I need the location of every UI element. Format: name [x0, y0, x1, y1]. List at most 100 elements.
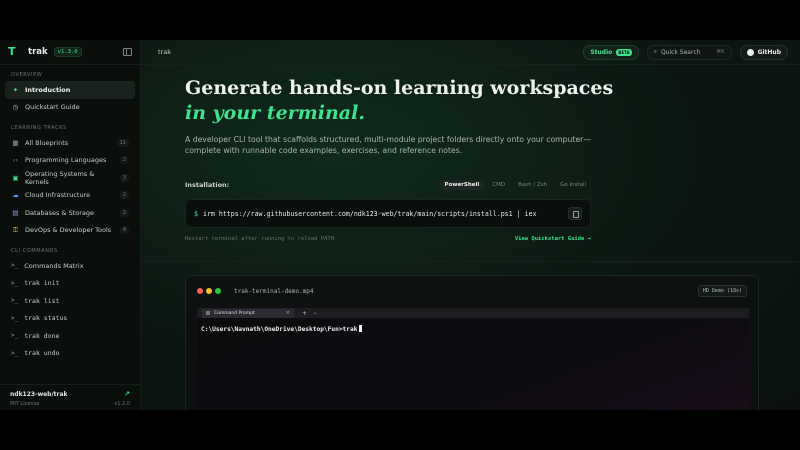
sidebar-toggle-icon[interactable]: [123, 48, 132, 56]
sidebar-item[interactable]: >_ Commands Matrix: [5, 257, 135, 275]
studio-button[interactable]: Studio BETA: [583, 44, 639, 60]
beta-badge: BETA: [616, 48, 632, 56]
key-icon: ⚿: [13, 225, 18, 234]
sidebar-nav: OVERVIEW ✦ Introduction ◷ Quickstart Guide LE…: [0, 65, 140, 362]
install-hint: Restart terminal after running to reload…: [185, 236, 335, 242]
sidebar-item[interactable]: >_ trak init: [5, 275, 135, 293]
brand-name: trak: [28, 47, 48, 57]
sidebar-item[interactable]: >_ trak undo: [5, 345, 135, 363]
section-divider: [141, 261, 800, 262]
terminal-tabbar: Command Prompt × + ⌄: [197, 308, 749, 318]
sidebar-item-label: trak done: [24, 331, 60, 340]
sidebar-section-title: OVERVIEW: [11, 72, 43, 78]
title-accent: in your terminal.: [185, 102, 365, 124]
install-tab[interactable]: CMD: [487, 180, 510, 190]
close-dot-icon: [197, 288, 203, 294]
tab-close-icon: ×: [285, 310, 290, 316]
sidebar-item[interactable]: ‹› Programming Languages 2: [5, 152, 135, 170]
title-main: Generate hands-on learning workspaces: [185, 77, 614, 99]
version-badge: v1.3.0: [53, 47, 82, 57]
item-count-badge: 2: [119, 208, 129, 217]
sidebar-item-label: trak undo: [24, 349, 60, 358]
install-tab[interactable]: Bash / Zsh: [513, 180, 552, 190]
quick-search-button[interactable]: ⌕ Quick Search ⌘K: [646, 44, 732, 60]
studio-label: Studio: [590, 48, 613, 56]
database-icon: ▤: [12, 208, 19, 217]
sidebar-item[interactable]: ⚿ DevOps & Developer Tools 4: [5, 222, 135, 240]
github-button[interactable]: GitHub: [739, 44, 788, 60]
sidebar-item-label: Commands Matrix: [24, 261, 84, 270]
github-label: GitHub: [757, 48, 781, 56]
terminal-preview: Command Prompt × + ⌄ C:\Users\Navnath\On…: [197, 308, 749, 410]
install-command-box: $ irm https://raw.githubusercontent.com/n…: [185, 199, 591, 228]
sidebar-item-label: Quickstart Guide: [25, 103, 80, 112]
install-command[interactable]: $ irm https://raw.githubusercontent.com/n…: [194, 210, 536, 218]
prompt-symbol: $: [194, 209, 198, 218]
search-icon: ⌕: [653, 48, 657, 55]
sidebar-item[interactable]: >_ trak status: [5, 310, 135, 328]
sidebar-item[interactable]: ✦ Introduction: [5, 81, 135, 99]
quickstart-link[interactable]: View Quickstart Guide →: [515, 236, 591, 242]
chip-icon: ▣: [12, 173, 19, 182]
code-icon: ‹›: [12, 156, 19, 165]
sidebar-item-label: All Blueprints: [25, 138, 69, 147]
topbar: trak Studio BETA ⌕ Quick Search ⌘K GitHu…: [141, 40, 800, 65]
sidebar-section-title: LEARNING TRACKS: [11, 125, 67, 131]
command-text: irm https://raw.githubusercontent.com/nd…: [202, 209, 537, 218]
sidebar-item[interactable]: ▦ All Blueprints 11: [5, 134, 135, 152]
sidebar-item[interactable]: >_ trak done: [5, 327, 135, 345]
sidebar-item-label: Programming Languages: [25, 156, 107, 165]
cmd-icon: [206, 311, 210, 315]
chevron-down-icon: ⌄: [313, 310, 318, 316]
terminal-prompt-icon: >_: [11, 262, 19, 270]
item-count-badge: 3: [119, 173, 129, 182]
video-badge: HD Demo (18s): [697, 285, 747, 297]
copy-icon[interactable]: [568, 207, 582, 220]
cloud-icon: ☁: [12, 191, 19, 200]
timer-icon: ◷: [12, 103, 19, 112]
sidebar-item[interactable]: ▣ Operating Systems & Kernels 3: [5, 169, 135, 187]
video-title: trak-terminal-demo.mp4: [234, 287, 314, 295]
sidebar-item-label: Introduction: [25, 85, 71, 94]
demo-video-card[interactable]: trak-terminal-demo.mp4 HD Demo (18s) Com…: [185, 275, 759, 410]
hero: Generate hands-on learning workspaces in…: [185, 76, 615, 156]
terminal-prompt-icon: >_: [11, 314, 19, 322]
page-title: Generate hands-on learning workspaces in…: [185, 76, 615, 126]
terminal-tab-label: Command Prompt: [214, 310, 255, 316]
sidebar-item[interactable]: >_ trak list: [5, 292, 135, 310]
item-count-badge: 11: [116, 138, 129, 147]
terminal-prompt-icon: >_: [11, 279, 19, 287]
install-tab[interactable]: PowerShell: [439, 180, 485, 190]
trak-logo-icon: T: [8, 45, 16, 58]
maximize-dot-icon: [215, 288, 221, 294]
sidebar-item-label: trak init: [24, 279, 60, 288]
sidebar-footer: ndk123-web/trak ↗ MIT License v1.2.0: [0, 384, 140, 410]
sidebar-item[interactable]: ◷ Quickstart Guide: [5, 99, 135, 117]
main-content: trak Studio BETA ⌕ Quick Search ⌘K GitHu…: [141, 40, 800, 410]
terminal-line: C:\Users\Navnath\OneDrive\Desktop\Fun>tr…: [197, 318, 749, 340]
sidebar-item[interactable]: ☁ Cloud Infrastructure 2: [5, 187, 135, 205]
sidebar-item-label: trak list: [24, 296, 60, 305]
sidebar-item[interactable]: ▤ Databases & Storage 2: [5, 204, 135, 222]
sidebar-item-label: Operating Systems & Kernels: [24, 169, 95, 186]
cursor: [359, 325, 363, 332]
terminal-tab: Command Prompt ×: [202, 308, 294, 318]
license-row: MIT License v1.2.0: [10, 401, 130, 407]
terminal-text: C:\Users\Navnath\OneDrive\Desktop\Fun>tr…: [201, 326, 358, 333]
app-window: T trak v1.3.0 OVERVIEW ✦ Introduction ◷ Quic…: [0, 40, 800, 410]
footer-version: v1.2.0: [114, 401, 130, 407]
brand-header: T trak v1.3.0: [0, 40, 140, 65]
install-tab[interactable]: Go Install: [555, 180, 591, 190]
item-count-badge: 4: [119, 226, 129, 235]
os-tabs: PowerShell CMD Bash / Zsh Go Install: [437, 180, 591, 190]
terminal-prompt-icon: >_: [11, 332, 19, 340]
search-label: Quick Search: [660, 48, 701, 56]
terminal-prompt-icon: >_: [11, 349, 19, 357]
terminal-prompt-icon: >_: [11, 297, 19, 305]
grid-icon: ▦: [12, 138, 19, 147]
minimize-dot-icon: [206, 288, 212, 294]
external-link-icon[interactable]: ↗: [124, 390, 130, 398]
repo-link[interactable]: ndk123-web/trak ↗: [10, 390, 130, 398]
search-shortcut: ⌘K: [716, 49, 725, 55]
install-hint-row: Restart terminal after running to reload…: [185, 236, 591, 242]
